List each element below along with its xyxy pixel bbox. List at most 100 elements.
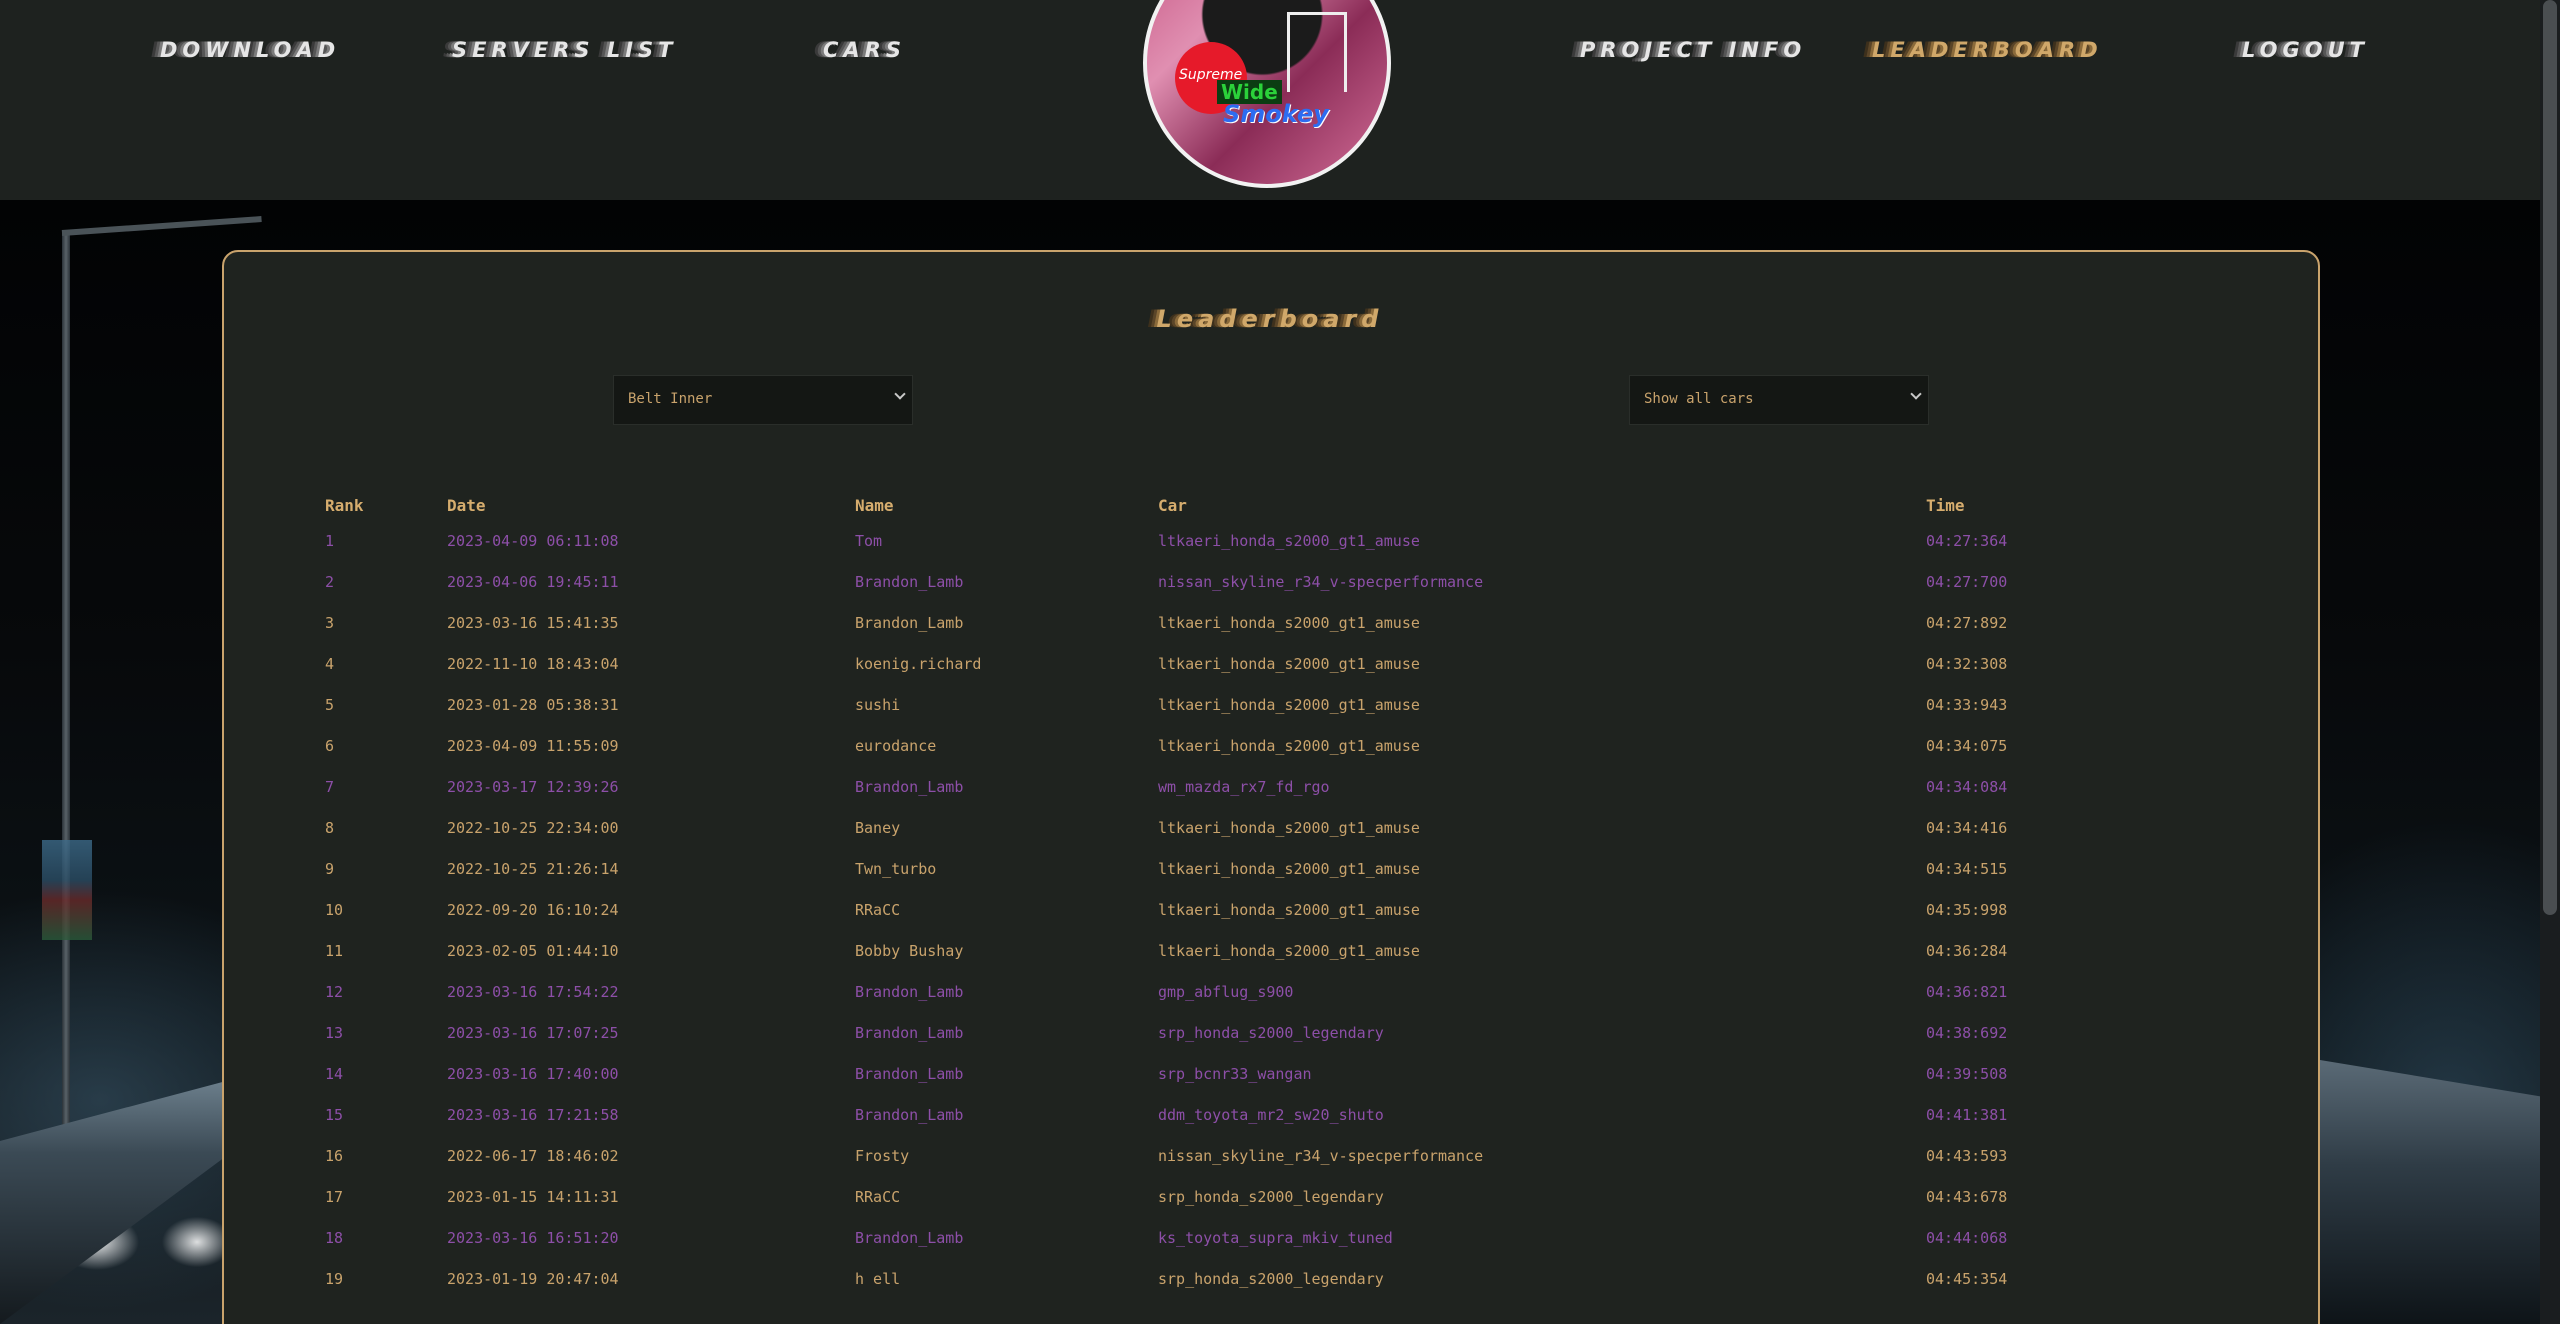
table-row: 11 2023-02-05 01:44:10 Bobby Bushay ltkaeri… — [320, 930, 2121, 971]
cell-rank: 8 — [325, 818, 335, 837]
cell-date: 2022-09-20 16:10:24 — [447, 900, 619, 919]
table-row: 10 2022-09-20 16:10:24 RRaCC ltkaeri_honda_… — [320, 889, 2121, 930]
cell-name: koenig.richard — [855, 654, 982, 673]
nav-leaderboard[interactable]: LEADERBOARD — [1872, 38, 2103, 62]
cell-date: 2022-10-25 22:34:00 — [447, 818, 619, 837]
table-row: 5 2023-01-28 05:38:31 sushi ltkaeri_honda_s… — [320, 684, 2121, 725]
cell-rank: 7 — [325, 777, 335, 796]
cell-rank: 12 — [325, 982, 344, 1001]
nav-download[interactable]: DOWNLOAD — [160, 38, 340, 62]
leaderboard-table: Rank Date Name Car Time 1 2023-04-09 06:1… — [320, 490, 2121, 1299]
nav-servers-list[interactable]: SERVERS LIST — [452, 38, 678, 62]
cell-rank: 19 — [325, 1269, 344, 1288]
cell-car: ddm_toyota_mr2_sw20_shuto — [1158, 1105, 1384, 1124]
cell-rank: 17 — [325, 1187, 344, 1206]
cell-rank: 9 — [325, 859, 335, 878]
cell-car: nissan_skyline_r34_v-specperformance — [1158, 1146, 1484, 1165]
scrollbar-thumb[interactable] — [2543, 0, 2557, 915]
cell-rank: 10 — [325, 900, 344, 919]
cell-rank: 4 — [325, 654, 335, 673]
cell-car: ltkaeri_honda_s2000_gt1_amuse — [1158, 818, 1420, 837]
cell-rank: 16 — [325, 1146, 344, 1165]
cell-name: Twn_turbo — [855, 859, 937, 878]
car-select[interactable]: Show all cars — [1629, 375, 1929, 425]
cell-name: h ell — [855, 1269, 901, 1288]
header-name: Name — [855, 495, 894, 515]
header-car: Car — [1158, 495, 1187, 515]
cell-car: srp_honda_s2000_legendary — [1158, 1023, 1384, 1042]
cell-rank: 15 — [325, 1105, 344, 1124]
cell-name: Brandon_Lamb — [855, 1228, 964, 1247]
cell-car: ltkaeri_honda_s2000_gt1_amuse — [1158, 531, 1420, 550]
cell-name: Baney — [855, 818, 901, 837]
track-select[interactable]: Belt Inner — [613, 375, 913, 425]
cell-time: 04:34:084 — [1926, 777, 2008, 796]
cell-date: 2023-03-16 17:54:22 — [447, 982, 619, 1001]
cell-date: 2023-03-16 16:51:20 — [447, 1228, 619, 1247]
cell-date: 2023-02-05 01:44:10 — [447, 941, 619, 960]
track-select-value: Belt Inner — [628, 391, 713, 407]
nav-logout[interactable]: LOGOUT — [2242, 38, 2369, 62]
road-sign — [42, 840, 92, 940]
cell-date: 2022-06-17 18:46:02 — [447, 1146, 619, 1165]
table-body: 1 2023-04-09 06:11:08 Tom ltkaeri_honda_s20… — [320, 520, 2121, 1299]
cell-name: Brandon_Lamb — [855, 982, 964, 1001]
cell-date: 2022-10-25 21:26:14 — [447, 859, 619, 878]
header-rank: Rank — [325, 495, 364, 515]
table-row: 8 2022-10-25 22:34:00 Baney ltkaeri_honda_s… — [320, 807, 2121, 848]
cell-time: 04:36:821 — [1926, 982, 2008, 1001]
cell-name: Brandon_Lamb — [855, 1105, 964, 1124]
cell-rank: 1 — [325, 531, 335, 550]
chevron-down-icon — [1910, 388, 1922, 400]
cell-time: 04:36:284 — [1926, 941, 2008, 960]
cell-date: 2023-03-16 17:21:58 — [447, 1105, 619, 1124]
cell-name: Brandon_Lamb — [855, 1023, 964, 1042]
cell-time: 04:45:354 — [1926, 1269, 2008, 1288]
table-row: 17 2023-01-15 14:11:31 RRaCC srp_honda_s200… — [320, 1176, 2121, 1217]
page-title: Leaderboard — [1156, 305, 1384, 333]
cell-name: Brandon_Lamb — [855, 1064, 964, 1083]
cell-time: 04:33:943 — [1926, 695, 2008, 714]
cell-date: 2023-01-28 05:38:31 — [447, 695, 619, 714]
cell-rank: 5 — [325, 695, 335, 714]
nav-cars[interactable]: CARS — [823, 38, 906, 62]
cell-rank: 3 — [325, 613, 335, 632]
cell-date: 2023-03-16 17:07:25 — [447, 1023, 619, 1042]
cell-name: Brandon_Lamb — [855, 572, 964, 591]
cell-name: eurodance — [855, 736, 937, 755]
table-row: 14 2023-03-16 17:40:00 Brandon_Lamb srp_bcn… — [320, 1053, 2121, 1094]
table-row: 13 2023-03-16 17:07:25 Brandon_Lamb srp_hon… — [320, 1012, 2121, 1053]
cell-car: ltkaeri_honda_s2000_gt1_amuse — [1158, 695, 1420, 714]
cell-date: 2023-01-19 20:47:04 — [447, 1269, 619, 1288]
cell-rank: 14 — [325, 1064, 344, 1083]
cell-date: 2023-04-09 11:55:09 — [447, 736, 619, 755]
cell-date: 2022-11-10 18:43:04 — [447, 654, 619, 673]
cell-car: ltkaeri_honda_s2000_gt1_amuse — [1158, 941, 1420, 960]
cell-car: ltkaeri_honda_s2000_gt1_amuse — [1158, 900, 1420, 919]
chevron-down-icon — [894, 388, 906, 400]
cell-time: 04:41:381 — [1926, 1105, 2008, 1124]
street-light-pole — [62, 230, 70, 1130]
table-header-row: Rank Date Name Car Time — [320, 490, 2121, 520]
cell-car: ltkaeri_honda_s2000_gt1_amuse — [1158, 859, 1420, 878]
cell-date: 2023-03-16 15:41:35 — [447, 613, 619, 632]
table-row: 19 2023-01-19 20:47:04 h ell srp_honda_s200… — [320, 1258, 2121, 1299]
cell-name: Bobby Bushay — [855, 941, 964, 960]
table-row: 15 2023-03-16 17:21:58 Brandon_Lamb ddm_toy… — [320, 1094, 2121, 1135]
cell-rank: 6 — [325, 736, 335, 755]
cell-time: 04:43:593 — [1926, 1146, 2008, 1165]
cell-rank: 18 — [325, 1228, 344, 1247]
cell-car: srp_honda_s2000_legendary — [1158, 1269, 1384, 1288]
cell-date: 2023-04-06 19:45:11 — [447, 572, 619, 591]
cell-car: srp_honda_s2000_legendary — [1158, 1187, 1384, 1206]
table-row: 16 2022-06-17 18:46:02 Frosty nissan_skylin… — [320, 1135, 2121, 1176]
cell-car: nissan_skyline_r34_v-specperformance — [1158, 572, 1484, 591]
table-row: 12 2023-03-16 17:54:22 Brandon_Lamb gmp_abf… — [320, 971, 2121, 1012]
cell-car: ltkaeri_honda_s2000_gt1_amuse — [1158, 736, 1420, 755]
cell-rank: 2 — [325, 572, 335, 591]
table-row: 2 2023-04-06 19:45:11 Brandon_Lamb nissan_s… — [320, 561, 2121, 602]
nav-project-info[interactable]: PROJECT INFO — [1580, 38, 1806, 62]
cell-date: 2023-04-09 06:11:08 — [447, 531, 619, 550]
cell-time: 04:27:700 — [1926, 572, 2008, 591]
car-select-value: Show all cars — [1644, 391, 1754, 407]
